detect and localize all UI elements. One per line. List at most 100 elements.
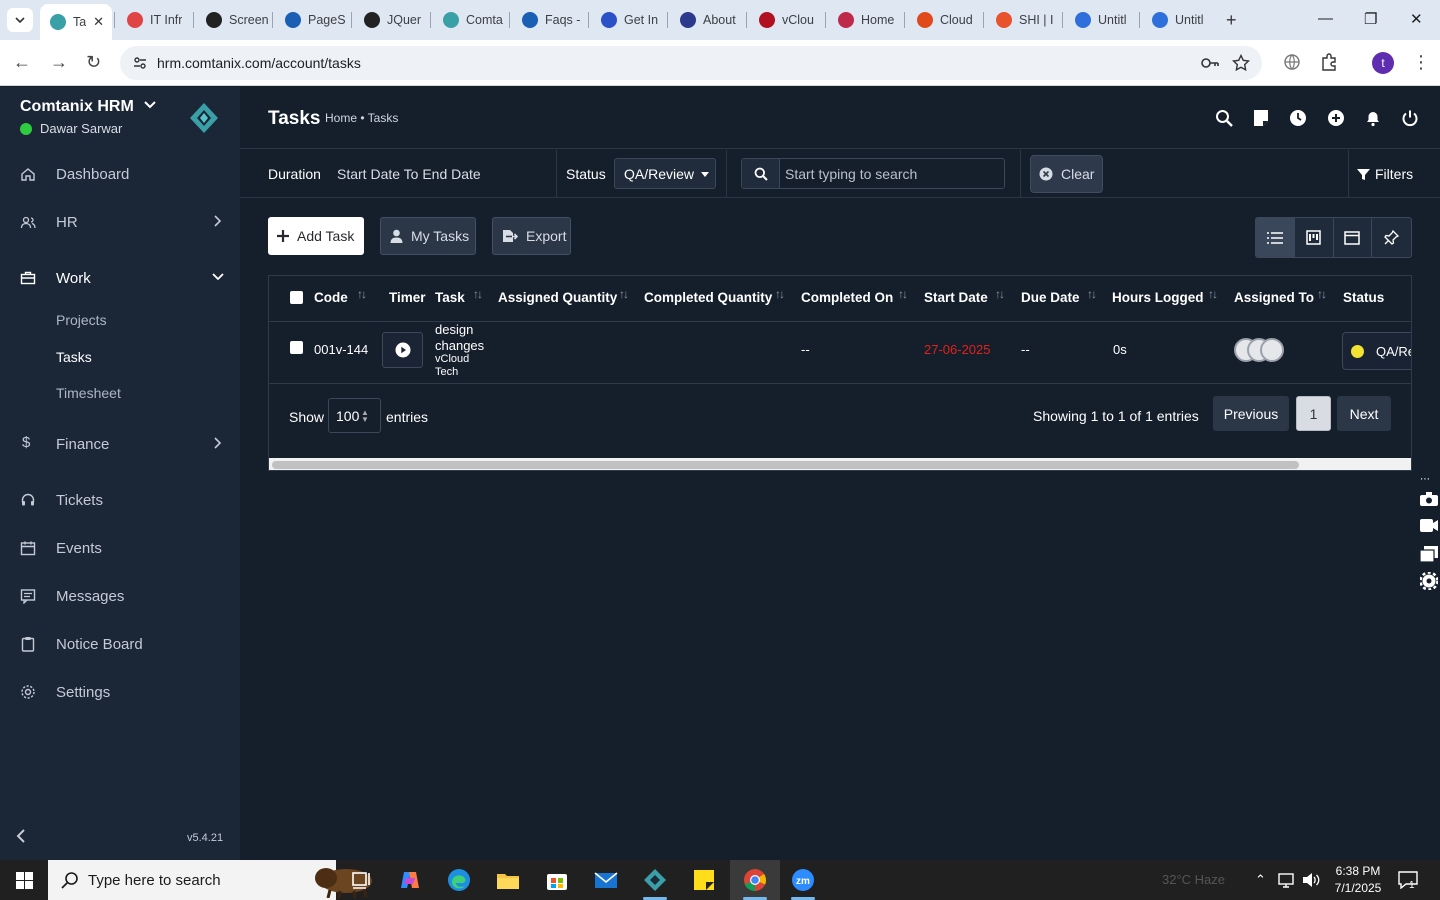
mail-icon[interactable] [594,868,618,892]
task-view-icon[interactable] [350,868,374,892]
reload-button[interactable]: ↻ [86,53,101,71]
sidebar-subitem-projects[interactable]: Projects [56,312,107,328]
table-row[interactable]: 001v-144 design changes vCloud Tech -- 2… [269,322,1411,384]
sort-icon[interactable]: ↑↓ [775,287,785,301]
bookmark-star-icon[interactable] [1232,54,1250,72]
file-explorer-icon[interactable] [496,868,520,892]
notification-center-icon[interactable] [1398,871,1418,889]
add-task-button[interactable]: Add Task [268,217,364,255]
add-circle-icon[interactable] [1327,109,1345,127]
site-settings-icon[interactable] [132,55,148,71]
search-input[interactable] [782,161,1002,186]
network-icon[interactable] [1278,872,1296,888]
duration-date-range[interactable]: Start Date To End Date [337,166,481,182]
brand-name[interactable]: Comtanix HRM [20,98,134,116]
sidebar-item-messages[interactable]: Messages [0,576,240,616]
horizontal-scrollbar[interactable] [269,458,1411,470]
avatar[interactable] [1260,338,1284,362]
show-hidden-icons-chevron-icon[interactable]: ⌃ [1255,872,1266,888]
col-header-task[interactable]: Task [435,290,465,305]
task-code[interactable]: 001v-144 [314,342,368,357]
filters-button[interactable]: Filters [1357,166,1413,182]
sort-icon[interactable]: ↑↓ [995,287,1005,301]
browser-tab[interactable]: Ta ✕ [40,4,112,40]
minimize-button[interactable]: — [1318,10,1333,27]
next-page-button[interactable]: Next [1337,396,1391,431]
new-tab-button[interactable]: + [1226,10,1237,30]
col-header-code[interactable]: Code [314,290,348,305]
col-header-assigned-quantity[interactable]: Assigned Quantity [498,290,617,305]
select-all-checkbox[interactable] [290,291,303,304]
sidebar-item-settings[interactable]: Settings [0,672,240,712]
translate-globe-icon[interactable] [1283,53,1301,71]
browser-tab[interactable]: Comta [433,6,511,34]
sidebar-item-work[interactable]: Work [0,258,240,298]
browser-tab[interactable]: About [670,6,748,34]
sort-icon[interactable]: ↑↓ [898,287,908,301]
sort-icon[interactable]: ↑↓ [1087,287,1097,301]
task-title-link[interactable]: design changes [435,322,484,354]
profile-avatar[interactable]: t [1372,52,1394,74]
browser-menu-icon[interactable]: ⋮ [1412,53,1430,71]
col-header-status[interactable]: Status [1343,290,1384,305]
extensions-puzzle-icon[interactable] [1320,53,1338,71]
taskbar-search[interactable]: Type here to search [48,860,372,900]
sort-icon[interactable]: ↑↓ [1317,287,1327,301]
copilot-icon[interactable] [398,868,422,892]
browser-tab[interactable]: Untitl [1142,6,1220,34]
search-icon[interactable] [1215,109,1233,127]
browser-tab[interactable]: Screen [196,6,274,34]
scrollbar-thumb[interactable] [272,461,1299,469]
close-tab-icon[interactable]: ✕ [93,14,104,30]
forward-button[interactable]: → [50,53,68,71]
col-header-assigned-to[interactable]: Assigned To [1234,290,1314,305]
browser-tab[interactable]: Untitl [1065,6,1143,34]
browser-tab[interactable]: vClou [749,6,827,34]
sort-icon[interactable]: ↑↓ [473,287,483,301]
sidebar-item-tickets[interactable]: Tickets [0,480,240,520]
weather-widget[interactable]: 32°C Haze [1162,872,1225,887]
browser-tab[interactable]: Home [828,6,906,34]
previous-page-button[interactable]: Previous [1213,396,1289,431]
page-length-select[interactable]: 100 ▲ ▼ [328,398,381,433]
browser-tab[interactable]: IT Infr [117,6,195,34]
chrome-icon[interactable] [743,868,767,892]
calendar-view-button[interactable] [1334,218,1373,257]
video-camera-icon[interactable] [1420,519,1438,532]
sticky-note-icon[interactable] [1253,109,1269,127]
sidebar-item-events[interactable]: Events [0,528,240,568]
sidebar-item-dashboard[interactable]: Dashboard [0,154,240,194]
comtanix-app-icon[interactable] [643,868,667,892]
sidebar-item-notice-board[interactable]: Notice Board [0,624,240,664]
col-header-due-date[interactable]: Due Date [1021,290,1080,305]
clear-filters-button[interactable]: Clear [1030,155,1103,193]
sort-icon[interactable]: ↑↓ [619,287,629,301]
list-view-button[interactable] [1256,218,1295,257]
collapse-sidebar-icon[interactable] [16,829,26,843]
browser-tab[interactable]: Cloud [907,6,985,34]
power-icon[interactable] [1401,109,1419,127]
sidebar-item-finance[interactable]: $ Finance [0,424,240,464]
edge-browser-icon[interactable] [447,868,471,892]
browser-tab[interactable]: PageS [275,6,353,34]
address-bar[interactable]: hrm.comtanix.com/account/tasks [120,46,1262,80]
dock-more-icon[interactable]: ⋯ [1420,474,1430,485]
microsoft-store-icon[interactable] [545,868,569,892]
window-copy-icon[interactable] [1420,546,1438,562]
col-header-hours-logged[interactable]: Hours Logged [1112,290,1204,305]
sticky-notes-icon[interactable] [692,868,716,892]
chevron-down-icon[interactable] [144,101,156,109]
task-status-select[interactable]: QA/Re [1342,332,1411,370]
start-timer-button[interactable] [382,332,423,368]
sidebar-item-hr[interactable]: HR [0,202,240,242]
browser-tab[interactable]: Get In [591,6,669,34]
assignee-avatars[interactable] [1234,338,1294,362]
browser-tab[interactable]: Faqs - [512,6,590,34]
row-checkbox[interactable] [290,341,303,354]
board-view-button[interactable] [1295,218,1334,257]
col-header-completed-on[interactable]: Completed On [801,290,893,305]
export-button[interactable]: Export [492,217,571,255]
password-key-icon[interactable] [1200,54,1220,72]
zoom-app-icon[interactable]: zm [791,868,815,892]
close-window-button[interactable]: ✕ [1410,10,1423,28]
